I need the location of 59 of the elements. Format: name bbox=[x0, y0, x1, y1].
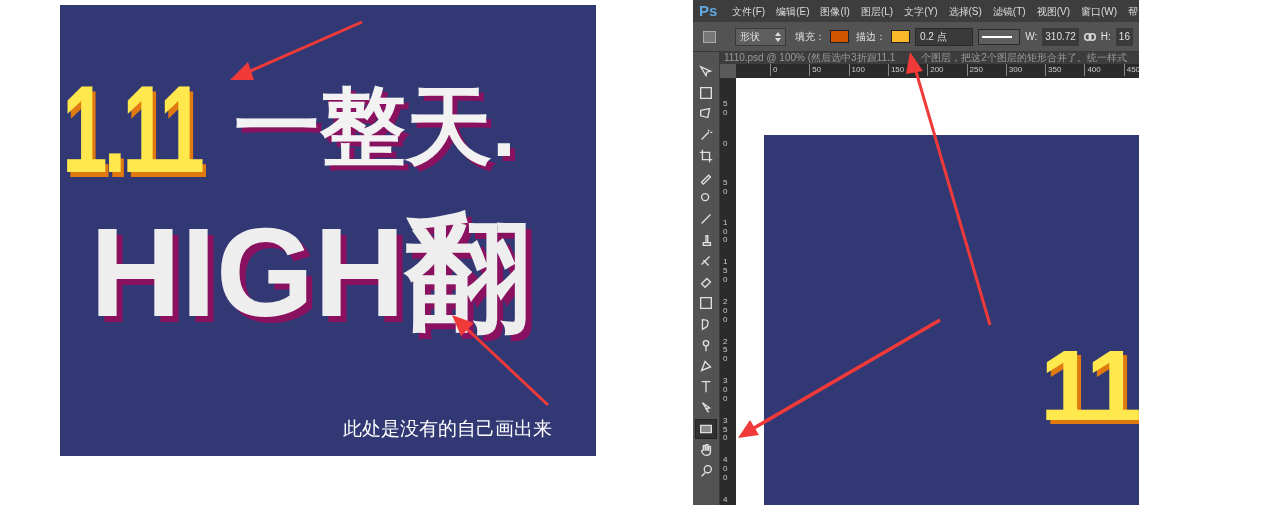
ruler-number: 50 bbox=[723, 100, 729, 118]
title-text: HIGH翻 bbox=[90, 210, 531, 336]
ruler-number: 100 bbox=[848, 64, 865, 76]
ruler-number: 50 bbox=[723, 179, 729, 197]
tool-icon bbox=[698, 358, 714, 374]
headline-text: 1.11 bbox=[62, 67, 201, 191]
ruler-number: 0 bbox=[723, 139, 729, 149]
menu-item[interactable]: 窗口(W) bbox=[1081, 3, 1118, 19]
menu-item[interactable]: 选择(S) bbox=[948, 3, 982, 19]
ruler-number: 100 bbox=[723, 218, 729, 246]
tool-icon bbox=[698, 295, 714, 311]
tool-icon bbox=[698, 442, 714, 458]
height-label: H: bbox=[1100, 30, 1111, 44]
tool-icon bbox=[698, 463, 714, 479]
stroke-width-field[interactable]: 0.2 点 bbox=[915, 27, 973, 46]
app-logo: Ps bbox=[699, 0, 718, 21]
ruler-number: 200 bbox=[927, 64, 944, 76]
subhead-text: 一整天. bbox=[234, 83, 516, 169]
width-label: W: bbox=[1025, 30, 1038, 44]
ruler-number: 150 bbox=[723, 258, 729, 285]
ruler-number: 150 bbox=[887, 64, 905, 76]
ruler-number: 300 bbox=[1005, 64, 1023, 76]
ruler-number: 250 bbox=[966, 64, 983, 76]
stroke-label: 描边： bbox=[855, 30, 886, 44]
ruler-number: 400 bbox=[723, 456, 729, 483]
ruler-number: 350 bbox=[1045, 64, 1062, 76]
ruler-number: 300 bbox=[723, 377, 729, 404]
caption: 此处是没有的自己画出来 bbox=[343, 417, 552, 441]
up-down-icon[interactable] bbox=[774, 31, 781, 42]
ruler-number: 450 bbox=[1123, 64, 1139, 76]
ruler-number: 400 bbox=[1084, 64, 1101, 76]
canvas-text: 11 bbox=[1040, 335, 1138, 435]
stroke-swatch[interactable] bbox=[890, 30, 910, 43]
menu-item[interactable]: 视图(V) bbox=[1036, 3, 1070, 19]
tool-button[interactable] bbox=[695, 419, 717, 439]
width-field[interactable]: 310.72 bbox=[1042, 27, 1079, 46]
fill-swatch[interactable] bbox=[829, 30, 849, 43]
tab-title: 1110.psd @ 100% (然后选中3折跟11.1 bbox=[724, 53, 896, 63]
fill-label: 填充： bbox=[794, 30, 825, 44]
ruler-number: 350 bbox=[723, 416, 729, 444]
menu-item[interactable]: 图像(I) bbox=[820, 3, 850, 19]
tool-icon bbox=[698, 85, 714, 101]
ruler-number: 50 bbox=[809, 64, 822, 76]
tool-icon bbox=[698, 148, 714, 164]
ruler-number: 250 bbox=[723, 337, 729, 364]
ruler-number: 200 bbox=[723, 298, 729, 325]
menu-item[interactable]: 文件(F) bbox=[732, 3, 766, 19]
height-field[interactable]: 16 bbox=[1115, 27, 1133, 46]
menu-item[interactable]: 图层(L) bbox=[860, 3, 894, 19]
menu-item[interactable]: 滤镜(T) bbox=[992, 3, 1026, 19]
link-icon[interactable] bbox=[1083, 32, 1096, 41]
rectangle-tool-icon[interactable] bbox=[703, 30, 717, 43]
menu-item[interactable]: 编辑(E) bbox=[776, 3, 810, 19]
line-style-dropdown[interactable] bbox=[977, 28, 1021, 45]
menu-item[interactable]: 帮 bbox=[1128, 3, 1139, 19]
ruler-number: 0 bbox=[770, 64, 778, 76]
ruler-number: 4 bbox=[723, 496, 729, 505]
menu-item[interactable]: 文字(Y) bbox=[904, 3, 938, 19]
mode-dropdown[interactable]: 形状 bbox=[735, 27, 786, 46]
